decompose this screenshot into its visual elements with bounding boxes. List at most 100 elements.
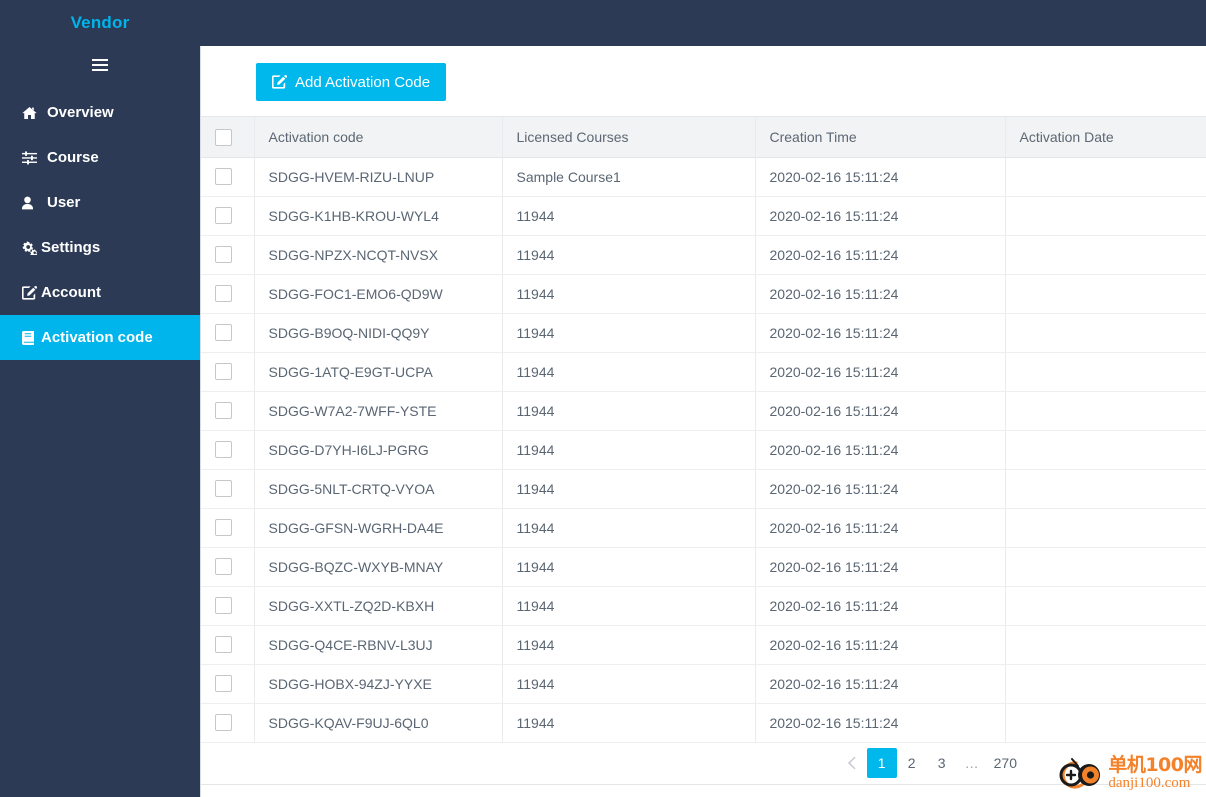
table-row[interactable]: SDGG-BQZC-WXYB-MNAY 11944 2020-02-16 15:11… <box>201 547 1206 587</box>
table-row[interactable]: SDGG-K1HB-KROU-WYL4 11944 2020-02-16 15:11… <box>201 196 1206 236</box>
table-row[interactable]: SDGG-FOC1-EMO6-QD9W 11944 2020-02-16 15:11… <box>201 274 1206 314</box>
row-checkbox[interactable] <box>215 519 232 537</box>
cell-creation-time: 2020-02-16 15:11:24 <box>755 274 1006 314</box>
cell-activation-code: SDGG-W7A2-7WFF-YSTE <box>254 391 503 431</box>
table-head: Activation code Licensed Courses Creatio… <box>201 117 1206 158</box>
table-row[interactable]: SDGG-1ATQ-E9GT-UCPA 11944 2020-02-16 15:11… <box>201 352 1206 392</box>
row-checkbox[interactable] <box>215 558 232 576</box>
select-all-checkbox[interactable] <box>215 128 232 146</box>
row-select-cell <box>201 274 255 314</box>
row-checkbox[interactable] <box>215 207 232 225</box>
table-body: SDGG-HVEM-RIZU-LNUP Sample Course1 2020-02… <box>201 157 1206 743</box>
chevron-left-icon[interactable] <box>837 748 867 778</box>
cell-licensed-courses: Sample Course1 <box>502 157 756 197</box>
row-checkbox[interactable] <box>215 363 232 381</box>
brand-title: Vendor <box>70 13 130 32</box>
table-row[interactable]: SDGG-B9OQ-NIDI-QQ9Y 11944 2020-02-16 15:11… <box>201 313 1206 353</box>
cell-activation-code: SDGG-GFSN-WGRH-DA4E <box>254 508 503 548</box>
cell-activation-date <box>1005 391 1206 431</box>
sidebar-item-label: Account <box>41 284 101 301</box>
row-checkbox[interactable] <box>215 285 232 303</box>
user-icon <box>22 195 40 211</box>
cell-creation-time: 2020-02-16 15:11:24 <box>755 352 1006 392</box>
cell-licensed-courses: 11944 <box>502 235 756 275</box>
cell-licensed-courses: 11944 <box>502 664 756 704</box>
row-checkbox[interactable] <box>215 246 232 264</box>
row-checkbox[interactable] <box>215 480 232 498</box>
row-select-cell <box>201 235 255 275</box>
row-select-cell <box>201 313 255 353</box>
cell-activation-date <box>1005 313 1206 353</box>
cell-licensed-courses: 11944 <box>502 508 756 548</box>
row-checkbox[interactable] <box>215 402 232 420</box>
table-row[interactable]: SDGG-Q4CE-RBNV-L3UJ 11944 2020-02-16 15:11… <box>201 625 1206 665</box>
cell-activation-code: SDGG-1ATQ-E9GT-UCPA <box>254 352 503 392</box>
app-root: Vendor Overview Course User Settings Acc… <box>0 0 1206 797</box>
hamburger-icon[interactable] <box>92 58 108 71</box>
pagination-page-2[interactable]: 2 <box>897 748 927 778</box>
row-select-cell <box>201 703 255 743</box>
sidebar-item-label: Activation code <box>41 329 153 346</box>
activation-code-table: Activation code Licensed Courses Creatio… <box>201 117 1206 743</box>
table-row[interactable]: SDGG-D7YH-I6LJ-PGRG 11944 2020-02-16 15:11… <box>201 430 1206 470</box>
cell-creation-time: 2020-02-16 15:11:24 <box>755 664 1006 704</box>
cogs-icon <box>22 240 40 256</box>
column-header-activation-date[interactable]: Activation Date <box>1005 117 1206 158</box>
row-checkbox[interactable] <box>215 714 232 732</box>
add-activation-code-label: Add Activation Code <box>295 73 431 91</box>
row-checkbox[interactable] <box>215 441 232 459</box>
table-row[interactable]: SDGG-XXTL-ZQ2D-KBXH 11944 2020-02-16 15:11… <box>201 586 1206 626</box>
sidebar: Vendor Overview Course User Settings Acc… <box>0 0 200 797</box>
row-checkbox[interactable] <box>215 168 232 186</box>
table-row[interactable]: SDGG-HOBX-94ZJ-YYXE 11944 2020-02-16 15:11… <box>201 664 1206 704</box>
sidebar-item-overview[interactable]: Overview <box>0 90 200 135</box>
cell-creation-time: 2020-02-16 15:11:24 <box>755 586 1006 626</box>
sidebar-item-user[interactable]: User <box>0 180 200 225</box>
cell-creation-time: 2020-02-16 15:11:24 <box>755 547 1006 587</box>
sidebar-item-activation-code[interactable]: Activation code <box>0 315 200 360</box>
sidebar-item-course[interactable]: Course <box>0 135 200 180</box>
table-row[interactable]: SDGG-GFSN-WGRH-DA4E 11944 2020-02-16 15:11… <box>201 508 1206 548</box>
cell-creation-time: 2020-02-16 15:11:24 <box>755 508 1006 548</box>
table-row[interactable]: SDGG-W7A2-7WFF-YSTE 11944 2020-02-16 15:11… <box>201 391 1206 431</box>
table-header-row: Activation code Licensed Courses Creatio… <box>201 117 1206 158</box>
pagination-page-1[interactable]: 1 <box>866 748 897 778</box>
cell-creation-time: 2020-02-16 15:11:24 <box>755 625 1006 665</box>
sidebar-toggle[interactable] <box>0 46 200 83</box>
column-header-licensed-courses[interactable]: Licensed Courses <box>502 117 756 158</box>
column-header-activation-code[interactable]: Activation code <box>254 117 503 158</box>
cell-licensed-courses: 11944 <box>502 391 756 431</box>
cell-activation-code: SDGG-NPZX-NCQT-NVSX <box>254 235 503 275</box>
cell-activation-code: SDGG-HOBX-94ZJ-YYXE <box>254 664 503 704</box>
row-checkbox[interactable] <box>215 324 232 342</box>
row-checkbox[interactable] <box>215 636 232 654</box>
cell-licensed-courses: 11944 <box>502 703 756 743</box>
table-row[interactable]: SDGG-HVEM-RIZU-LNUP Sample Course1 2020-02… <box>201 157 1206 197</box>
add-activation-code-button[interactable]: Add Activation Code <box>256 63 447 101</box>
pen-square-icon <box>272 75 287 89</box>
sidebar-item-settings[interactable]: Settings <box>0 225 200 270</box>
cell-activation-date <box>1005 508 1206 548</box>
row-checkbox[interactable] <box>215 675 232 693</box>
main-content: Add Activation Code Activation code Lice… <box>200 46 1206 797</box>
cell-activation-code: SDGG-KQAV-F9UJ-6QL0 <box>254 703 503 743</box>
row-checkbox[interactable] <box>215 597 232 615</box>
column-header-creation-time[interactable]: Creation Time <box>755 117 1006 158</box>
table-row[interactable]: SDGG-5NLT-CRTQ-VYOA 11944 2020-02-16 15:11… <box>201 469 1206 509</box>
sidebar-item-label: User <box>47 194 81 211</box>
row-select-cell <box>201 469 255 509</box>
pagination-page-270[interactable]: 270 <box>987 748 1024 778</box>
cell-creation-time: 2020-02-16 15:11:24 <box>755 469 1006 509</box>
cell-licensed-courses: 11944 <box>502 196 756 236</box>
cell-activation-date <box>1005 625 1206 665</box>
cell-activation-date <box>1005 352 1206 392</box>
table-row[interactable]: SDGG-NPZX-NCQT-NVSX 11944 2020-02-16 15:11… <box>201 235 1206 275</box>
sidebar-item-account[interactable]: Account <box>0 270 200 315</box>
cell-activation-date <box>1005 157 1206 197</box>
pagination-page-3[interactable]: 3 <box>927 748 957 778</box>
row-select-cell <box>201 664 255 704</box>
table-row[interactable]: SDGG-KQAV-F9UJ-6QL0 11944 2020-02-16 15:11… <box>201 703 1206 743</box>
cell-activation-date <box>1005 586 1206 626</box>
row-select-cell <box>201 196 255 236</box>
row-select-cell <box>201 547 255 587</box>
